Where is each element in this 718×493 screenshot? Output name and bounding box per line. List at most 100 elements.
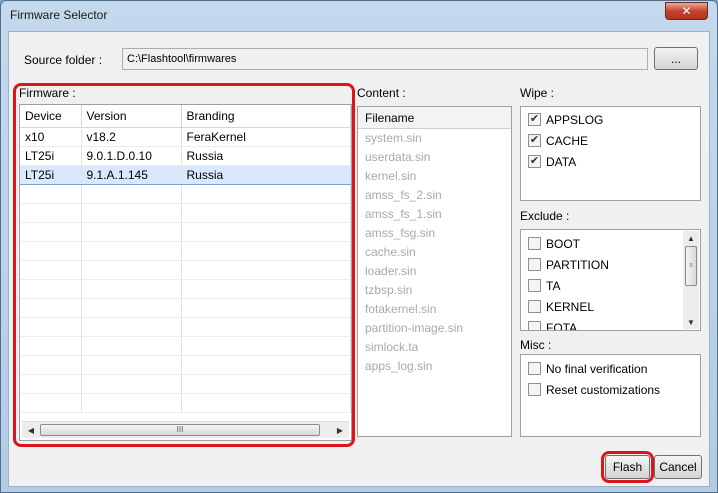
checkbox-icon[interactable] xyxy=(528,300,541,313)
exclude-option-ta[interactable]: TA xyxy=(528,276,560,295)
cell-branding xyxy=(181,222,351,242)
empty-table-row xyxy=(20,222,351,242)
empty-table-row xyxy=(20,260,351,280)
cell-device xyxy=(20,355,82,375)
cell-device xyxy=(20,336,82,356)
scroll-right-icon[interactable]: ▶ xyxy=(332,423,348,438)
file-list-item: userdata.sin xyxy=(365,150,431,164)
cell-device xyxy=(20,222,82,242)
cell-device xyxy=(20,317,82,337)
cell-device xyxy=(20,374,82,394)
scroll-thumb[interactable]: III xyxy=(40,424,320,436)
wipe-panel: ✔ APPSLOG ✔ CACHE ✔ DATA xyxy=(520,106,701,201)
exclude-option-partition[interactable]: PARTITION xyxy=(528,255,609,274)
wipe-label: Wipe : xyxy=(520,86,555,100)
exclude-option-kernel[interactable]: KERNEL xyxy=(528,297,594,316)
file-list-item: kernel.sin xyxy=(365,169,417,183)
empty-table-row xyxy=(20,203,351,223)
cell-branding xyxy=(181,393,351,413)
column-version[interactable]: Version xyxy=(81,105,182,128)
table-row[interactable]: LT25i 9.1.A.1.145 Russia xyxy=(20,164,351,185)
exclude-option-label: FOTA xyxy=(546,320,578,331)
cell-branding xyxy=(181,336,351,356)
file-list-item: amss_fs_2.sin xyxy=(365,188,442,202)
file-list-item: apps_log.sin xyxy=(365,359,433,373)
cell-version xyxy=(81,298,182,318)
cell-version xyxy=(81,317,182,337)
exclude-option-label: KERNEL xyxy=(546,299,595,314)
cell-branding xyxy=(181,374,351,394)
file-list-item: loader.sin xyxy=(365,264,417,278)
misc-option-reset-customizations[interactable]: Reset customizations xyxy=(528,380,660,399)
exclude-option-label: TA xyxy=(546,278,561,293)
cell-version: 9.1.A.1.145 xyxy=(81,164,182,185)
checked-checkbox-icon[interactable]: ✔ xyxy=(528,134,541,147)
cell-device xyxy=(20,203,82,223)
cell-version xyxy=(81,336,182,356)
scroll-left-icon[interactable]: ◀ xyxy=(23,423,39,438)
cell-device: x10 xyxy=(20,127,82,147)
empty-table-row xyxy=(20,393,351,413)
checked-checkbox-icon[interactable]: ✔ xyxy=(528,113,541,126)
column-branding[interactable]: Branding xyxy=(181,105,351,128)
source-folder-field[interactable]: C:\Flashtool\firmwares xyxy=(122,48,648,70)
checkbox-icon[interactable] xyxy=(528,383,541,396)
table-row[interactable]: x10 v18.2 FeraKernel xyxy=(20,127,351,147)
close-button[interactable]: ✕ xyxy=(665,2,708,20)
exclude-vertical-scrollbar[interactable]: ▲ ≡ ▼ xyxy=(683,231,699,329)
column-device[interactable]: Device xyxy=(20,105,82,128)
misc-option-no-final-verification[interactable]: No final verification xyxy=(528,359,647,378)
file-list-item: fotakernel.sin xyxy=(365,302,437,316)
cell-device: LT25i xyxy=(20,146,82,166)
dialog-body: Source folder : C:\Flashtool\firmwares .… xyxy=(8,31,710,487)
exclude-option-fota[interactable]: FOTA xyxy=(528,318,578,331)
filename-column-header[interactable]: Filename xyxy=(358,107,511,129)
browse-button[interactable]: ... xyxy=(654,47,698,70)
table-row[interactable]: LT25i 9.0.1.D.0.10 Russia xyxy=(20,146,351,166)
cell-version xyxy=(81,203,182,223)
cell-version xyxy=(81,184,182,204)
cell-branding xyxy=(181,298,351,318)
horizontal-scrollbar[interactable]: ◀ III ▶ xyxy=(22,421,349,438)
file-list-item: amss_fs_1.sin xyxy=(365,207,442,221)
exclude-option-boot[interactable]: BOOT xyxy=(528,234,580,253)
scroll-up-icon[interactable]: ▲ xyxy=(683,231,699,245)
checkbox-icon[interactable] xyxy=(528,279,541,292)
wipe-option-label: CACHE xyxy=(546,133,589,148)
checkbox-icon[interactable] xyxy=(528,362,541,375)
cell-version: 9.0.1.D.0.10 xyxy=(81,146,182,166)
wipe-option-cache[interactable]: ✔ CACHE xyxy=(528,131,588,150)
empty-table-row xyxy=(20,317,351,337)
file-list-item: partition-image.sin xyxy=(365,321,464,335)
misc-label: Misc : xyxy=(520,338,552,352)
empty-table-row xyxy=(20,241,351,261)
scroll-down-icon[interactable]: ▼ xyxy=(683,315,699,329)
checkbox-icon[interactable] xyxy=(528,321,541,330)
empty-table-row xyxy=(20,355,351,375)
cell-device xyxy=(20,279,82,299)
checked-checkbox-icon[interactable]: ✔ xyxy=(528,155,541,168)
cell-branding xyxy=(181,184,351,204)
file-list-item: amss_fsg.sin xyxy=(365,226,436,240)
cell-version xyxy=(81,260,182,280)
cancel-button[interactable]: Cancel xyxy=(654,455,702,479)
checkbox-icon[interactable] xyxy=(528,237,541,250)
cell-branding: Russia xyxy=(181,164,351,185)
title-bar[interactable]: Firmware Selector ✕ xyxy=(1,1,717,31)
wipe-option-appslog[interactable]: ✔ APPSLOG xyxy=(528,110,603,129)
wipe-option-data[interactable]: ✔ DATA xyxy=(528,152,576,171)
checkbox-icon[interactable] xyxy=(528,258,541,271)
exclude-panel: BOOT PARTITION TA KERNEL FOTA ▲ ≡ ▼ xyxy=(520,229,701,331)
firmware-table-header: Device Version Branding xyxy=(20,105,351,128)
empty-table-row xyxy=(20,336,351,356)
empty-table-row xyxy=(20,279,351,299)
cell-version: v18.2 xyxy=(81,127,182,147)
cell-branding: FeraKernel xyxy=(181,127,351,147)
exclude-scroll-thumb[interactable]: ≡ xyxy=(685,246,697,286)
cell-device: LT25i xyxy=(20,164,82,185)
cell-branding xyxy=(181,355,351,375)
flash-button[interactable]: Flash xyxy=(605,455,650,479)
cell-branding xyxy=(181,317,351,337)
misc-option-label: No final verification xyxy=(546,361,648,376)
firmware-label: Firmware : xyxy=(19,86,76,100)
